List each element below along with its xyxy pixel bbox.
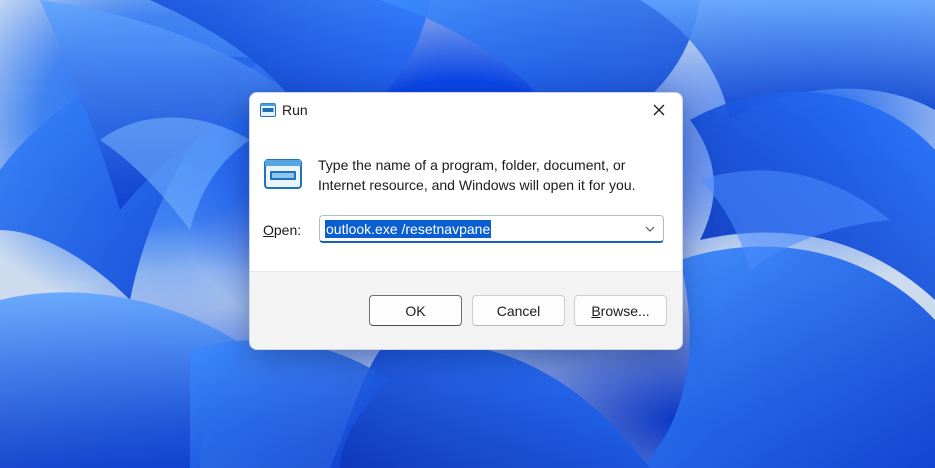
run-icon <box>264 159 302 189</box>
button-bar: OK Cancel Browse... <box>250 271 682 349</box>
open-combobox[interactable]: outlook.exe /resetnavpane <box>319 215 664 243</box>
title-bar[interactable]: Run <box>250 93 682 129</box>
browse-access-key: B <box>591 302 601 319</box>
open-label: Open: <box>263 222 301 238</box>
dropdown-button[interactable] <box>641 220 659 238</box>
chevron-down-icon <box>645 226 655 232</box>
browse-label-text: rowse... <box>600 302 650 319</box>
close-button[interactable] <box>636 93 682 127</box>
cancel-button-label: Cancel <box>496 302 541 319</box>
open-input[interactable]: outlook.exe /resetnavpane <box>325 220 492 238</box>
close-icon <box>653 104 665 116</box>
dialog-body: Type the name of a program, folder, docu… <box>250 129 682 271</box>
window-title: Run <box>282 102 308 118</box>
ok-button-label: OK <box>405 302 426 319</box>
open-label-access-key: O <box>263 222 274 238</box>
run-dialog: Run Type the name of a program, folder, … <box>249 92 683 350</box>
open-label-text: pen: <box>273 222 302 238</box>
dialog-description: Type the name of a program, folder, docu… <box>318 157 636 193</box>
run-icon <box>260 103 276 117</box>
cancel-button[interactable]: Cancel <box>472 295 565 326</box>
browse-button[interactable]: Browse... <box>574 295 667 326</box>
browse-button-label: Browse... <box>591 303 649 319</box>
ok-button[interactable]: OK <box>369 295 462 326</box>
